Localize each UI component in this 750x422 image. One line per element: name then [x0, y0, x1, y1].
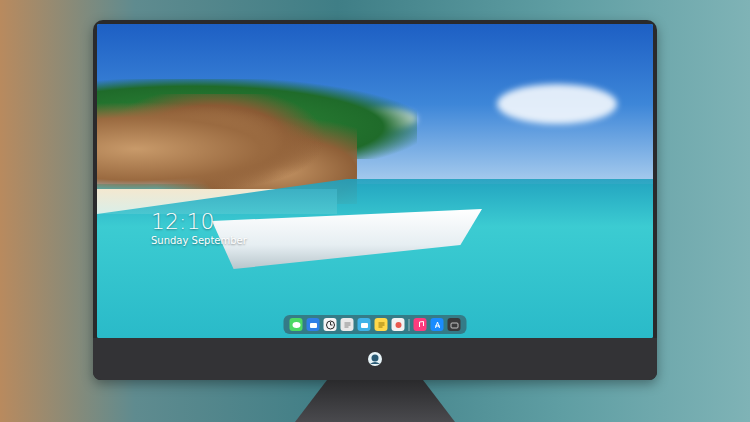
- messages-icon[interactable]: [290, 318, 303, 331]
- dock-separator: [409, 319, 410, 331]
- clock-icon[interactable]: [324, 318, 337, 331]
- files-icon[interactable]: [307, 318, 320, 331]
- brand-logo-icon: [367, 351, 383, 367]
- screen: 12:10Sunday September: [97, 24, 653, 338]
- photos-icon[interactable]: [392, 318, 405, 331]
- memo-icon[interactable]: [375, 318, 388, 331]
- dock: [284, 315, 467, 334]
- monitor-stand: [295, 380, 455, 422]
- notes-icon[interactable]: [341, 318, 354, 331]
- lock-screen-clock: 12:10Sunday September: [151, 210, 247, 247]
- store-icon[interactable]: [431, 318, 444, 331]
- desktop-background: 12:10Sunday September: [0, 0, 750, 422]
- lock-date: Sunday September: [151, 234, 247, 247]
- monitor: 12:10Sunday September: [93, 20, 657, 422]
- music-icon[interactable]: [414, 318, 427, 331]
- folder-icon[interactable]: [358, 318, 371, 331]
- lock-time: 12:10: [151, 210, 247, 234]
- camera-icon[interactable]: [448, 318, 461, 331]
- monitor-bezel: 12:10Sunday September: [93, 20, 657, 380]
- monitor-chin: [93, 338, 657, 380]
